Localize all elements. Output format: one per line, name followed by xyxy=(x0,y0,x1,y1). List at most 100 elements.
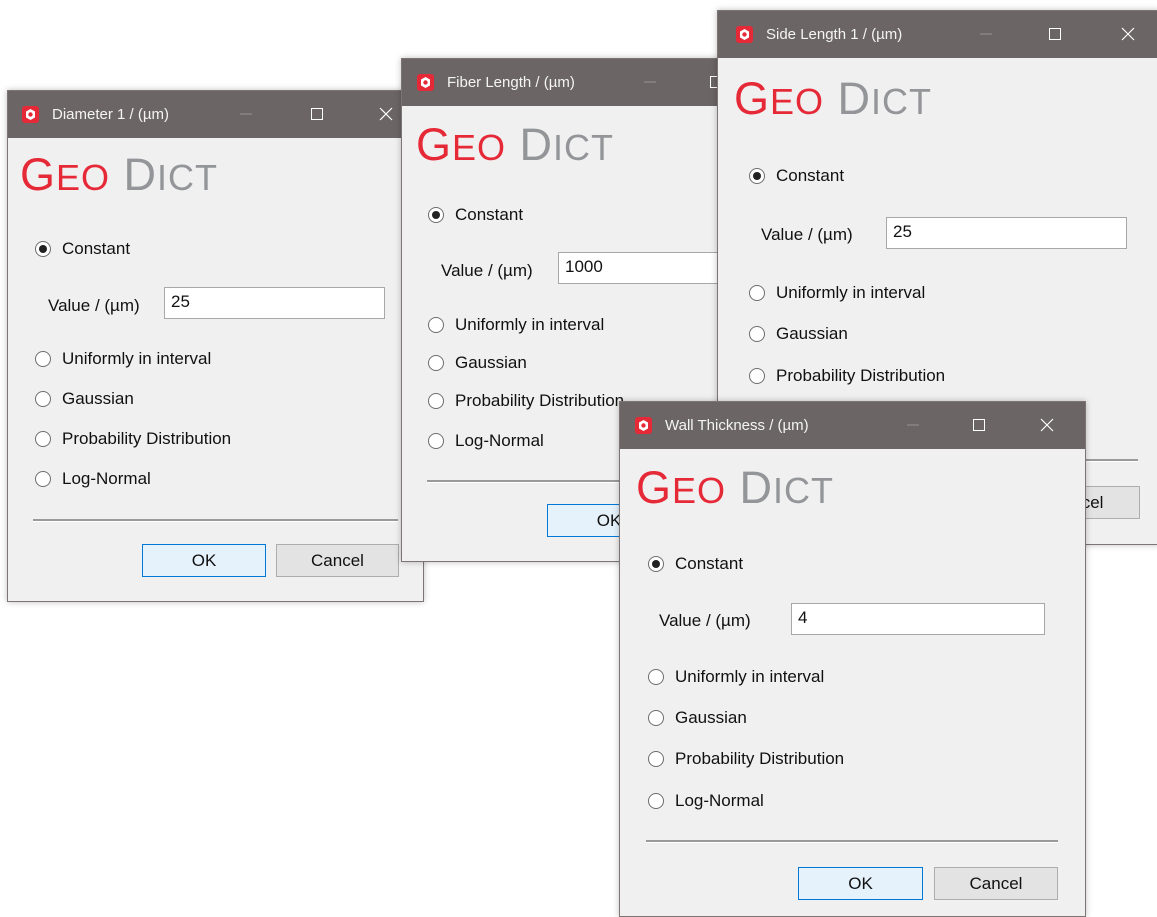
radio-indicator[interactable] xyxy=(35,241,51,257)
radio-uniform[interactable]: Uniformly in interval xyxy=(648,667,824,687)
radio-indicator[interactable] xyxy=(35,431,51,447)
radio-label: Probability Distribution xyxy=(455,391,625,410)
radio-probability[interactable]: Probability Distribution xyxy=(35,429,231,449)
radio-gaussian[interactable]: Gaussian xyxy=(648,708,747,728)
minimize-icon[interactable] xyxy=(234,102,258,126)
logo-geo: GEO xyxy=(20,149,111,200)
geodict-logo: GEO DICT xyxy=(20,149,218,201)
radio-indicator[interactable] xyxy=(35,391,51,407)
radio-uniform[interactable]: Uniformly in interval xyxy=(428,315,604,335)
radio-uniform[interactable]: Uniformly in interval xyxy=(749,283,925,303)
radio-gaussian[interactable]: Gaussian xyxy=(35,389,134,409)
radio-probability[interactable]: Probability Distribution xyxy=(648,749,844,769)
titlebar[interactable]: Fiber Length / (µm) xyxy=(402,59,723,106)
radio-probability[interactable]: Probability Distribution xyxy=(749,366,945,386)
value-input[interactable]: 25 xyxy=(164,287,385,319)
radio-indicator[interactable] xyxy=(648,710,664,726)
radio-indicator[interactable] xyxy=(428,207,444,223)
cancel-button[interactable]: Cancel xyxy=(934,867,1058,900)
dialog-title: Wall Thickness / (µm) xyxy=(665,417,809,434)
radio-indicator[interactable] xyxy=(35,471,51,487)
minimize-icon[interactable] xyxy=(638,70,662,94)
radio-indicator[interactable] xyxy=(428,317,444,333)
value-label: Value / (µm) xyxy=(48,296,140,315)
radio-label: Constant xyxy=(675,554,744,573)
minimize-icon[interactable] xyxy=(901,413,925,437)
radio-label: Gaussian xyxy=(776,324,848,343)
close-icon[interactable] xyxy=(1035,413,1059,437)
radio-constant[interactable]: Constant xyxy=(648,554,743,574)
geodict-app-icon xyxy=(736,26,753,43)
maximize-icon[interactable] xyxy=(1043,22,1067,46)
ok-button[interactable]: OK xyxy=(142,544,266,577)
radio-indicator[interactable] xyxy=(749,285,765,301)
close-icon[interactable] xyxy=(374,102,398,126)
radio-label: Constant xyxy=(455,205,524,224)
radio-label: Gaussian xyxy=(62,389,134,408)
radio-constant[interactable]: Constant xyxy=(749,166,844,186)
logo-dict: DICT xyxy=(837,73,933,124)
cancel-button[interactable]: Cancel xyxy=(276,544,399,577)
radio-lognormal[interactable]: Log-Normal xyxy=(428,431,544,451)
radio-label: Probability Distribution xyxy=(675,749,845,768)
value-input[interactable]: 4 xyxy=(791,603,1045,635)
radio-label: Log-Normal xyxy=(62,469,151,488)
geodict-logo: GEO DICT xyxy=(636,462,834,514)
radio-label: Uniformly in interval xyxy=(455,315,605,334)
radio-indicator[interactable] xyxy=(648,669,664,685)
radio-indicator[interactable] xyxy=(428,433,444,449)
ok-button[interactable]: OK xyxy=(798,867,923,900)
radio-indicator[interactable] xyxy=(749,368,765,384)
radio-uniform[interactable]: Uniformly in interval xyxy=(35,349,211,369)
radio-indicator[interactable] xyxy=(648,793,664,809)
radio-indicator[interactable] xyxy=(648,556,664,572)
maximize-icon[interactable] xyxy=(305,102,329,126)
logo-dict: DICT xyxy=(739,462,835,513)
value-input[interactable]: 25 xyxy=(886,217,1127,249)
radio-gaussian[interactable]: Gaussian xyxy=(749,324,848,344)
radio-indicator[interactable] xyxy=(35,351,51,367)
maximize-icon[interactable] xyxy=(967,413,991,437)
radio-label: Probability Distribution xyxy=(62,429,232,448)
geodict-app-icon xyxy=(635,417,652,434)
radio-label: Constant xyxy=(62,239,131,258)
dialog-title: Side Length 1 / (µm) xyxy=(766,26,903,43)
value-input[interactable]: 1000 xyxy=(558,252,723,284)
value-label: Value / (µm) xyxy=(441,261,533,280)
radio-label: Uniformly in interval xyxy=(675,667,825,686)
radio-indicator[interactable] xyxy=(648,751,664,767)
minimize-icon[interactable] xyxy=(974,22,998,46)
radio-probability[interactable]: Probability Distribution xyxy=(428,391,624,411)
value-label: Value / (µm) xyxy=(659,611,751,630)
separator xyxy=(33,519,398,522)
logo-geo: GEO xyxy=(734,73,825,124)
radio-indicator[interactable] xyxy=(749,168,765,184)
radio-label: Probability Distribution xyxy=(776,366,946,385)
radio-indicator[interactable] xyxy=(428,355,444,371)
logo-dict: DICT xyxy=(519,119,615,170)
geodict-logo: GEO DICT xyxy=(416,119,614,171)
titlebar[interactable]: Diameter 1 / (µm) xyxy=(8,91,423,138)
dialog-title: Fiber Length / (µm) xyxy=(447,74,575,91)
radio-lognormal[interactable]: Log-Normal xyxy=(35,469,151,489)
radio-lognormal[interactable]: Log-Normal xyxy=(648,791,764,811)
titlebar[interactable]: Side Length 1 / (µm) xyxy=(718,11,1157,58)
dialog-title: Diameter 1 / (µm) xyxy=(52,106,169,123)
radio-indicator[interactable] xyxy=(749,326,765,342)
dialog-wall-thickness: Wall Thickness / (µm) GEO DICT Constant … xyxy=(619,401,1086,917)
radio-constant[interactable]: Constant xyxy=(428,205,523,225)
logo-dict: DICT xyxy=(123,149,219,200)
titlebar[interactable]: Wall Thickness / (µm) xyxy=(620,402,1085,449)
radio-label: Gaussian xyxy=(675,708,747,727)
geodict-app-icon xyxy=(417,74,434,91)
close-icon[interactable] xyxy=(1116,22,1140,46)
radio-label: Constant xyxy=(776,166,845,185)
radio-label: Uniformly in interval xyxy=(776,283,926,302)
radio-label: Uniformly in interval xyxy=(62,349,212,368)
radio-indicator[interactable] xyxy=(428,393,444,409)
logo-geo: GEO xyxy=(636,462,727,513)
geodict-app-icon xyxy=(22,106,39,123)
radio-constant[interactable]: Constant xyxy=(35,239,130,259)
geodict-logo: GEO DICT xyxy=(734,73,932,125)
radio-gaussian[interactable]: Gaussian xyxy=(428,353,527,373)
